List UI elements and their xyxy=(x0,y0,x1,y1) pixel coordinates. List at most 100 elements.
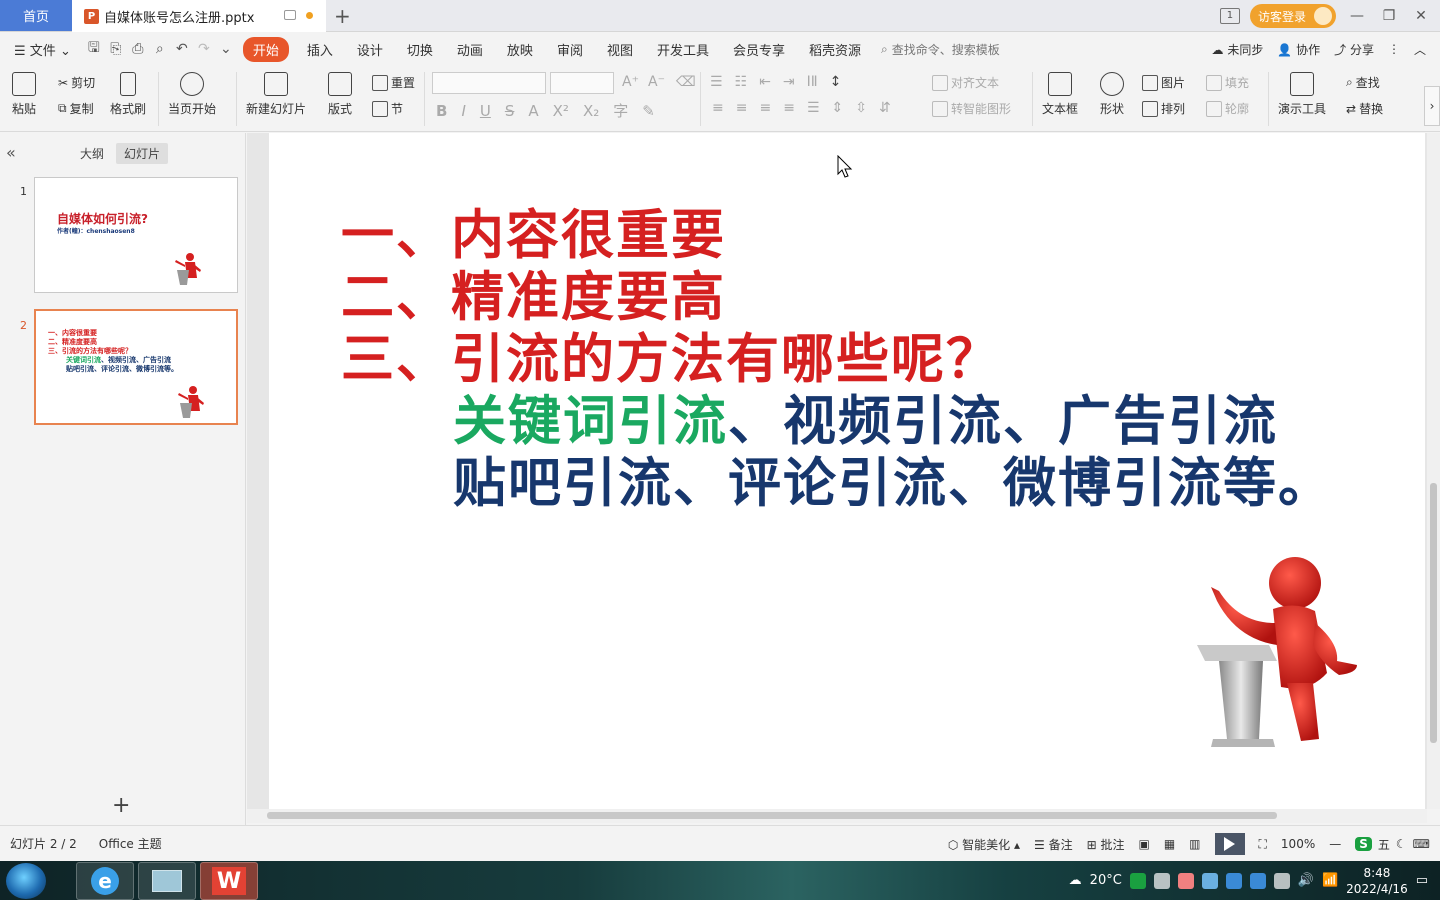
ime-toolbar[interactable]: S 五 ☾ ⌨ xyxy=(1355,836,1430,853)
undo-icon[interactable]: ↶ xyxy=(171,41,193,57)
redo-icon[interactable]: ↷ xyxy=(193,41,215,57)
wps-app-icon[interactable]: W xyxy=(200,862,258,900)
menu-tab-animation[interactable]: 动画 xyxy=(445,40,495,59)
tray-app-icon[interactable] xyxy=(1225,872,1242,889)
smart-beautify-button[interactable]: ⬡ 智能美化 ▴ xyxy=(948,836,1020,853)
layout-button[interactable]: 版式 xyxy=(328,72,352,117)
line-space-icon[interactable]: ⇵ xyxy=(879,100,891,116)
font-shrink-icon[interactable]: A⁻ xyxy=(648,74,665,90)
highlight-icon[interactable]: ✎ xyxy=(642,102,655,120)
menu-tab-member[interactable]: 会员专享 xyxy=(721,40,797,59)
reset-button[interactable]: 重置 xyxy=(372,74,415,91)
font-name-select[interactable] xyxy=(432,72,546,94)
copy-button[interactable]: ⧉ 复制 xyxy=(58,100,94,117)
print-preview-icon[interactable]: ⌕ xyxy=(149,41,171,57)
shapes-button[interactable]: 形状 xyxy=(1100,72,1124,117)
arrange-button[interactable]: 排列 xyxy=(1142,100,1185,117)
guest-login-button[interactable]: 访客登录 xyxy=(1249,4,1336,28)
temperature[interactable]: 20°C xyxy=(1090,873,1122,888)
explorer-app-icon[interactable] xyxy=(138,862,196,900)
numbered-list-icon[interactable]: ☷ xyxy=(735,74,748,90)
line-spacing-icon[interactable]: ↕ xyxy=(830,74,842,90)
collapse-ribbon-icon[interactable]: ︿ xyxy=(1414,41,1426,58)
font-size-select[interactable] xyxy=(550,72,614,94)
slide-thumbnail-2[interactable]: 一、内容很重要 二、精准度要高 三、引流的方法有哪些呢？ 关键词引流、视频引流、… xyxy=(34,309,238,425)
text-direction-icon[interactable]: ⅠⅡ xyxy=(807,74,818,90)
menu-tab-resources[interactable]: 稻壳资源 xyxy=(797,40,873,59)
ribbon-scroll-right-icon[interactable]: › xyxy=(1424,86,1440,126)
underline-icon[interactable]: U xyxy=(480,102,491,120)
phonetic-icon[interactable]: 字 xyxy=(613,100,628,121)
justify-icon[interactable]: ≡ xyxy=(783,100,795,116)
menu-tab-transition[interactable]: 切换 xyxy=(395,40,445,59)
shield-icon[interactable] xyxy=(1273,872,1290,889)
clock[interactable]: 8:48 2022/4/16 xyxy=(1346,865,1408,897)
ie-app-icon[interactable]: e xyxy=(76,862,134,900)
menu-tab-slideshow[interactable]: 放映 xyxy=(495,40,545,59)
italic-icon[interactable]: I xyxy=(461,102,465,120)
horizontal-scroll-thumb[interactable] xyxy=(267,812,1277,819)
volume-icon[interactable]: 🔊 xyxy=(1298,873,1314,888)
vertical-scrollbar[interactable] xyxy=(1427,133,1440,809)
command-search[interactable]: ⌕ 查找命令、搜索模板 xyxy=(881,41,1000,58)
slide-2[interactable]: 一、内容很重要 二、精准度要高 三、引流的方法有哪些呢？ 关键词引流、视频引流、… xyxy=(269,133,1425,809)
notification-icon[interactable]: ▭ xyxy=(1416,873,1428,888)
start-button-icon[interactable] xyxy=(6,863,46,899)
outline-button[interactable]: 轮廓 xyxy=(1206,100,1249,117)
page-indicator[interactable]: 1 xyxy=(1219,8,1240,24)
print-icon[interactable]: ⎙ xyxy=(127,41,149,57)
font-grow-icon[interactable]: A⁺ xyxy=(622,74,639,90)
zoom-level[interactable]: 100% xyxy=(1281,837,1315,851)
vertical-scroll-thumb[interactable] xyxy=(1430,483,1437,743)
theme-name[interactable]: Office 主题 xyxy=(99,835,162,852)
replace-button[interactable]: ⇄ 替换 xyxy=(1346,100,1383,117)
align-left-icon[interactable]: ≡ xyxy=(712,100,724,116)
align-right-icon[interactable]: ≡ xyxy=(759,100,771,116)
restore-icon[interactable]: ❐ xyxy=(1378,8,1400,24)
more-icon[interactable]: ⋮ xyxy=(1388,42,1400,56)
column-icon[interactable]: ⇳ xyxy=(855,100,867,116)
normal-view-icon[interactable]: ▣ xyxy=(1138,837,1149,851)
paste-button[interactable]: 粘贴 xyxy=(12,72,36,117)
minimize-icon[interactable]: — xyxy=(1346,8,1368,24)
picture-button[interactable]: 图片 xyxy=(1142,74,1185,91)
tab-slides[interactable]: 幻灯片 xyxy=(116,143,169,164)
menu-tab-insert[interactable]: 插入 xyxy=(295,40,345,59)
menu-tab-view[interactable]: 视图 xyxy=(595,40,645,59)
find-button[interactable]: ⌕ 查找 xyxy=(1346,74,1380,91)
convert-smartart-button[interactable]: 转智能图形 xyxy=(932,100,1011,117)
cut-button[interactable]: ✂ 剪切 xyxy=(58,74,95,91)
save-icon[interactable]: 🖫 xyxy=(83,37,105,61)
align-text-button[interactable]: 对齐文本 xyxy=(932,74,999,91)
tab-outline[interactable]: 大纲 xyxy=(72,143,112,164)
tray-app-icon[interactable] xyxy=(1153,872,1170,889)
weather-icon[interactable]: ☁ xyxy=(1069,873,1082,888)
document-tab[interactable]: P 自媒体账号怎么注册.pptx xyxy=(72,0,326,32)
textbox-button[interactable]: 文本框 xyxy=(1042,72,1078,117)
sync-button[interactable]: ☁ 未同步 xyxy=(1212,41,1264,58)
share-button[interactable]: ⤴ 分享 xyxy=(1334,41,1374,58)
menu-tab-home[interactable]: 开始 xyxy=(242,36,289,62)
reading-view-icon[interactable]: ▥ xyxy=(1189,837,1200,851)
font-color-icon[interactable]: A xyxy=(528,102,538,120)
file-menu[interactable]: ☰ 文件 ⌄ xyxy=(0,40,83,59)
export-icon[interactable]: ⎘ xyxy=(105,41,127,57)
slide-thumbnail-1[interactable]: 自媒体如何引流? 作者(幢)：chenshaosen8 xyxy=(34,177,238,293)
menu-tab-developer[interactable]: 开发工具 xyxy=(645,40,721,59)
para-spacing-icon[interactable]: ⇕ xyxy=(832,100,844,116)
tray-app-icon[interactable] xyxy=(1249,872,1266,889)
decrease-indent-icon[interactable]: ⇤ xyxy=(759,74,771,90)
sorter-view-icon[interactable]: ▦ xyxy=(1164,837,1175,851)
increase-indent-icon[interactable]: ⇥ xyxy=(783,74,795,90)
notes-button[interactable]: ☰ 备注 xyxy=(1034,836,1073,853)
bold-icon[interactable]: B xyxy=(436,102,447,120)
superscript-icon[interactable]: X² xyxy=(553,102,569,120)
collaborate-button[interactable]: 👤 协作 xyxy=(1277,41,1320,58)
strikethrough-icon[interactable]: S xyxy=(505,102,515,120)
play-from-current-button[interactable]: 当页开始 xyxy=(168,72,216,117)
section-button[interactable]: 节 xyxy=(372,100,403,117)
zoom-out-icon[interactable]: — xyxy=(1329,837,1341,851)
speaker-figure-icon[interactable] xyxy=(1189,553,1359,753)
home-tab[interactable]: 首页 xyxy=(0,0,72,31)
tray-app-icon[interactable] xyxy=(1177,872,1194,889)
